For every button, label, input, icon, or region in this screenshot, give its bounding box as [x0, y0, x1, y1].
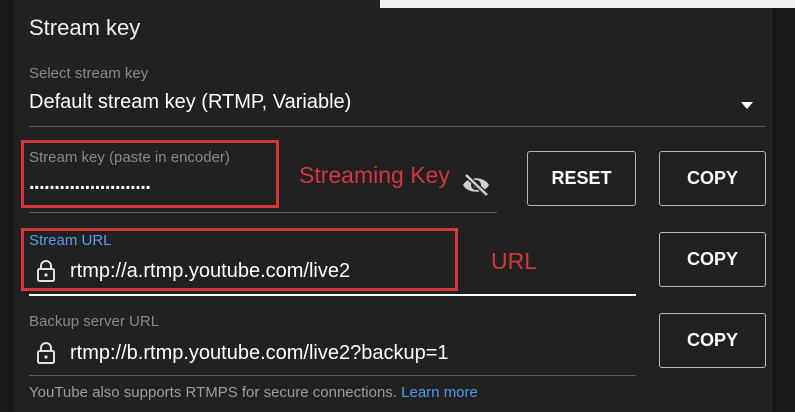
copy-stream-key-button[interactable]: COPY: [659, 151, 766, 206]
backup-url-label: Backup server URL: [29, 313, 160, 330]
section-title: Stream key: [29, 15, 141, 40]
visibility-off-icon[interactable]: [461, 172, 491, 198]
rtmps-note-text: YouTube also supports RTMPS for secure c…: [29, 384, 397, 401]
select-key-label: Select stream key: [29, 65, 149, 82]
lock-icon: [37, 342, 55, 364]
chevron-down-icon[interactable]: [741, 102, 753, 109]
backup-url-value[interactable]: rtmp://b.rtmp.youtube.com/live2?backup=1: [70, 342, 449, 365]
stream-url-underline: [29, 294, 636, 296]
stream-key-field[interactable]: ........................: [29, 172, 151, 195]
top-divider: [380, 0, 795, 8]
stream-url-label: Stream URL: [29, 232, 112, 249]
url-annotation: URL: [491, 248, 538, 274]
backup-url-row: rtmp://b.rtmp.youtube.com/live2?backup=1: [36, 341, 449, 365]
copy-stream-url-button[interactable]: COPY: [659, 232, 766, 287]
stream-url-value[interactable]: rtmp://a.rtmp.youtube.com/live2: [70, 260, 350, 283]
backup-url-underline: [29, 375, 636, 376]
select-key-value[interactable]: Default stream key (RTMP, Variable): [29, 91, 351, 114]
streaming-key-annotation: Streaming Key: [299, 162, 450, 188]
stream-key-label: Stream key (paste in encoder): [29, 149, 230, 166]
stream-url-row: rtmp://a.rtmp.youtube.com/live2: [36, 259, 350, 283]
copy-backup-url-button[interactable]: COPY: [659, 313, 766, 368]
lock-icon: [37, 260, 55, 282]
select-key-underline: [29, 126, 766, 127]
learn-more-link[interactable]: Learn more: [401, 384, 478, 401]
reset-button[interactable]: RESET: [527, 151, 636, 206]
rtmps-note: YouTube also supports RTMPS for secure c…: [29, 384, 478, 401]
stream-key-underline: [29, 212, 497, 213]
